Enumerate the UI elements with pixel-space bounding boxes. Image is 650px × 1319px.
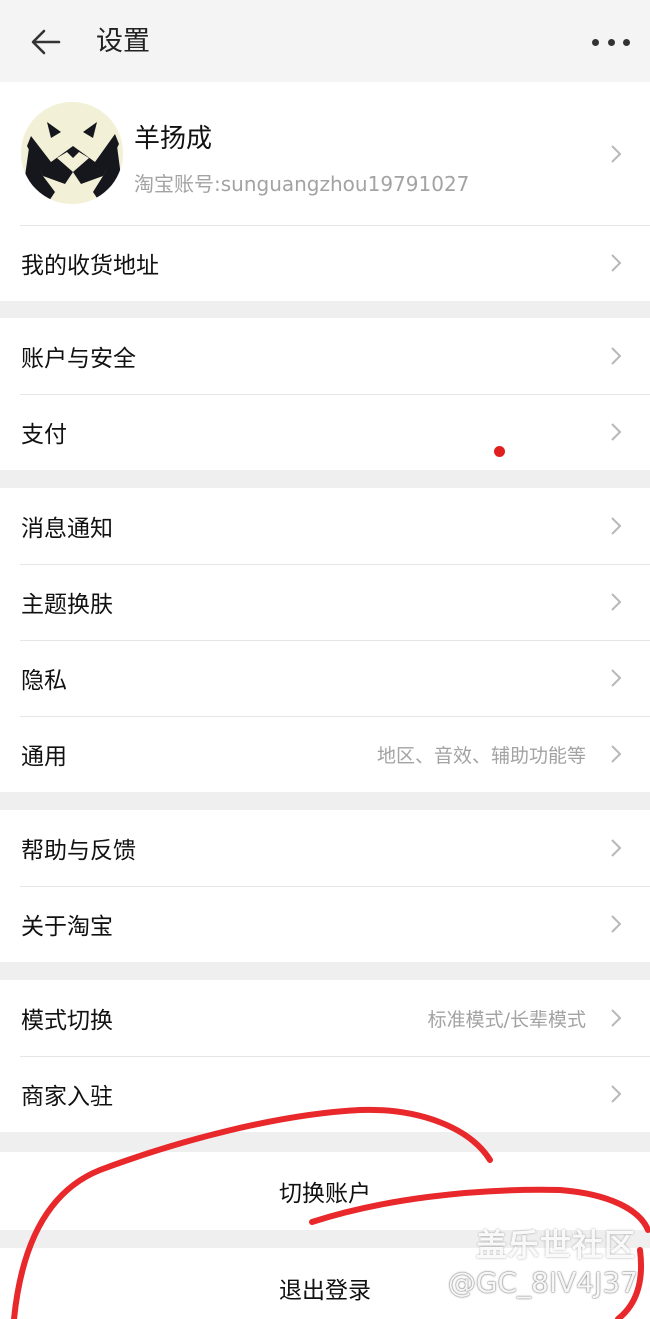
chevron-right-icon bbox=[610, 744, 622, 764]
profile-group: 羊扬成 淘宝账号:sunguangzhou19791027 我的收货地址 bbox=[0, 82, 650, 301]
notification-dot bbox=[494, 446, 505, 457]
settings-group-mode: 模式切换 标准模式/长辈模式 商家入驻 bbox=[0, 980, 650, 1132]
chevron-right-icon bbox=[610, 253, 622, 273]
row-label: 消息通知 bbox=[21, 516, 113, 542]
settings-group-general: 消息通知 主题换肤 隐私 通用 地区、音效、辅助功能等 bbox=[0, 488, 650, 792]
settings-row-theme[interactable]: 主题换肤 bbox=[0, 564, 650, 640]
chevron-right-icon bbox=[610, 668, 622, 688]
chevron-right-icon bbox=[610, 914, 622, 934]
chevron-right-icon bbox=[610, 144, 622, 164]
more-button[interactable] bbox=[588, 22, 634, 62]
row-hint: 地区、音效、辅助功能等 bbox=[376, 744, 586, 767]
watermark-user: @GC_8IV4J37 bbox=[447, 1266, 638, 1299]
row-label: 模式切换 bbox=[21, 1008, 113, 1034]
chevron-right-icon bbox=[610, 1008, 622, 1028]
row-label: 我的收货地址 bbox=[21, 253, 159, 279]
chevron-right-icon bbox=[610, 1084, 622, 1104]
settings-row-mode-switch[interactable]: 模式切换 标准模式/长辈模式 bbox=[0, 980, 650, 1056]
row-label: 主题换肤 bbox=[21, 592, 113, 618]
watermark-brand: 盖乐世社区 bbox=[476, 1228, 636, 1264]
chevron-right-icon bbox=[610, 346, 622, 366]
chevron-right-icon bbox=[610, 422, 622, 442]
arrow-left-icon bbox=[31, 29, 61, 55]
settings-row-account-security[interactable]: 账户与安全 bbox=[0, 318, 650, 394]
row-hint: 标准模式/长辈模式 bbox=[427, 1008, 586, 1031]
profile-nickname: 羊扬成 bbox=[134, 124, 213, 154]
settings-group-help: 帮助与反馈 关于淘宝 bbox=[0, 810, 650, 962]
row-label: 账户与安全 bbox=[21, 346, 136, 372]
chevron-right-icon bbox=[610, 516, 622, 536]
row-label: 关于淘宝 bbox=[21, 914, 113, 940]
switch-account-button[interactable]: 切换账户 bbox=[0, 1152, 650, 1230]
top-bar: 设置 bbox=[0, 0, 650, 82]
page-title: 设置 bbox=[96, 26, 150, 57]
settings-row-privacy[interactable]: 隐私 bbox=[0, 640, 650, 716]
settings-group-account: 账户与安全 支付 bbox=[0, 318, 650, 470]
chevron-right-icon bbox=[610, 592, 622, 612]
row-label: 通用 bbox=[21, 744, 67, 770]
settings-row-merchant[interactable]: 商家入驻 bbox=[0, 1056, 650, 1132]
chevron-right-icon bbox=[610, 838, 622, 858]
settings-row-about[interactable]: 关于淘宝 bbox=[0, 886, 650, 962]
profile-row[interactable]: 羊扬成 淘宝账号:sunguangzhou19791027 bbox=[0, 82, 650, 225]
settings-row-notifications[interactable]: 消息通知 bbox=[0, 488, 650, 564]
back-button[interactable] bbox=[24, 20, 68, 64]
row-label: 支付 bbox=[21, 422, 67, 448]
avatar bbox=[21, 102, 123, 204]
row-label: 商家入驻 bbox=[21, 1084, 113, 1110]
row-label: 帮助与反馈 bbox=[21, 838, 136, 864]
settings-row-payment[interactable]: 支付 bbox=[0, 394, 650, 470]
row-label: 隐私 bbox=[21, 668, 67, 694]
more-dots-icon bbox=[592, 38, 599, 46]
hand-heart-image bbox=[21, 102, 123, 204]
settings-row-general[interactable]: 通用 地区、音效、辅助功能等 bbox=[0, 716, 650, 792]
settings-row-help-feedback[interactable]: 帮助与反馈 bbox=[0, 810, 650, 886]
profile-account: 淘宝账号:sunguangzhou19791027 bbox=[134, 172, 470, 196]
settings-row-address[interactable]: 我的收货地址 bbox=[0, 225, 650, 301]
